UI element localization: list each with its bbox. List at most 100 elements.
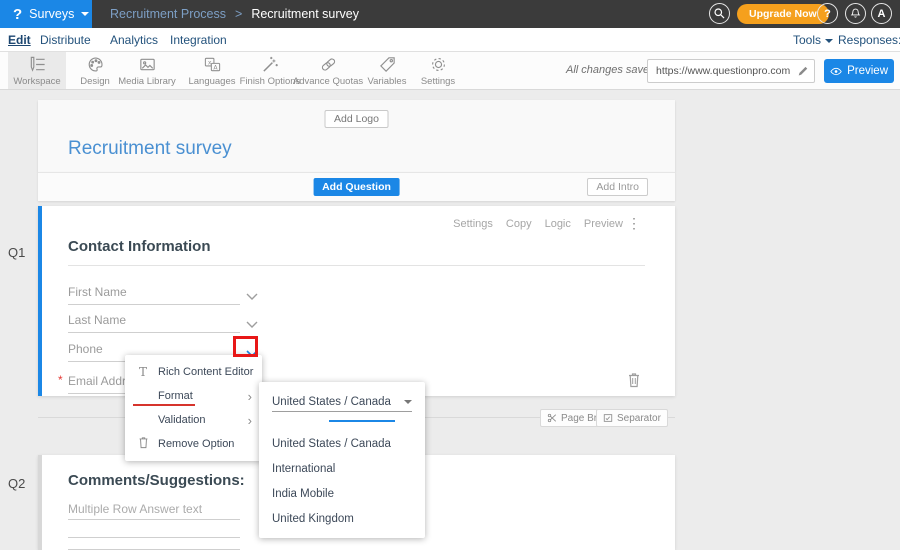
- advance-quotas-icon: [319, 55, 338, 74]
- settings-icon: [429, 55, 448, 74]
- variables-icon: [378, 55, 397, 74]
- tools-menu[interactable]: Tools: [793, 28, 833, 52]
- answer-line: [68, 537, 240, 538]
- divider: [68, 265, 645, 266]
- menu-item-label: Validation: [158, 414, 206, 426]
- question-title[interactable]: Comments/Suggestions:: [68, 472, 245, 489]
- trash-icon: [135, 436, 151, 452]
- finish-options-icon: [261, 55, 280, 74]
- eye-icon: [830, 66, 842, 77]
- separator-button[interactable]: Separator: [596, 409, 668, 427]
- media-library-icon: [138, 55, 157, 74]
- rich-text-icon: T: [135, 365, 151, 379]
- breadcrumb: Recruitment Process > Recruitment survey: [110, 0, 359, 28]
- field-options-chevron-icon[interactable]: [246, 287, 258, 305]
- menu-item-validation[interactable]: Validation ›: [125, 408, 262, 432]
- design-icon: [86, 55, 105, 74]
- search-button[interactable]: [709, 3, 730, 24]
- format-submenu: United States / Canada United States / C…: [259, 382, 425, 538]
- field-options-chevron-icon[interactable]: [246, 315, 258, 333]
- help-icon: ?: [824, 8, 831, 20]
- field-last-name[interactable]: Last Name: [68, 310, 240, 333]
- survey-action-strip: Add Question Add Intro: [38, 172, 675, 201]
- selected-format-value: United States / Canada: [272, 396, 391, 408]
- avatar[interactable]: A: [871, 3, 892, 24]
- toolbar-item-label: Settings: [421, 76, 455, 87]
- question-preview-link[interactable]: Preview: [584, 218, 623, 230]
- question-number-q1: Q1: [8, 245, 25, 260]
- breadcrumb-current: Recruitment survey: [251, 7, 359, 21]
- menu-item-label: Remove Option: [158, 438, 234, 450]
- chevron-down-icon: [81, 12, 89, 16]
- survey-nav: Edit Distribute Analytics Integration To…: [0, 28, 900, 52]
- workspace-icon: [28, 55, 47, 74]
- toolbar-item-label: Advance Quotas: [293, 76, 363, 87]
- format-option-india-mobile[interactable]: India Mobile: [272, 488, 334, 504]
- multi-row-answer-placeholder[interactable]: Multiple Row Answer text: [68, 502, 240, 520]
- add-intro-button[interactable]: Add Intro: [587, 178, 648, 196]
- tools-label: Tools: [793, 28, 821, 52]
- menu-item-rich-content-editor[interactable]: T Rich Content Editor: [125, 360, 262, 384]
- question-logic-link[interactable]: Logic: [545, 218, 571, 230]
- question-title[interactable]: Contact Information: [68, 238, 211, 255]
- submenu-arrow-icon: ›: [248, 390, 252, 403]
- pencil-icon: [797, 65, 809, 77]
- survey-title[interactable]: Recruitment survey: [68, 138, 232, 160]
- save-status: All changes saved: [566, 52, 655, 89]
- question-number-q2: Q2: [8, 476, 25, 491]
- field-first-name[interactable]: First Name: [68, 282, 240, 305]
- toolbar-item-label: Media Library: [118, 76, 176, 87]
- chevron-down-icon: [825, 39, 833, 43]
- breadcrumb-separator: >: [235, 7, 242, 21]
- product-switcher[interactable]: ? Surveys: [0, 0, 92, 28]
- toolbar-item-label: Workspace: [13, 76, 60, 87]
- format-option-us-canada[interactable]: United States / Canada: [272, 438, 391, 454]
- question-copy-link[interactable]: Copy: [506, 218, 532, 230]
- edit-url-button[interactable]: [792, 65, 814, 77]
- toolbar-item-workspace[interactable]: Workspace: [8, 52, 66, 89]
- tab-distribute[interactable]: Distribute: [40, 28, 91, 52]
- toolbar-item-settings[interactable]: Settings: [406, 52, 470, 89]
- add-logo-button[interactable]: Add Logo: [324, 110, 389, 128]
- chevron-down-icon: [404, 400, 412, 404]
- separator-icon: [603, 413, 613, 423]
- delete-question-button[interactable]: [627, 372, 641, 393]
- question-settings-link[interactable]: Settings: [453, 218, 493, 230]
- format-option-international[interactable]: International: [272, 463, 335, 479]
- format-option-united-kingdom[interactable]: United Kingdom: [272, 513, 354, 529]
- menu-item-remove-option[interactable]: Remove Option: [125, 432, 262, 456]
- scissors-icon: [547, 413, 557, 423]
- menu-item-label: Format: [158, 390, 193, 402]
- editor-toolbar: Workspace Design Media Library xA Langua…: [0, 52, 900, 90]
- survey-header-card: Add Logo Recruitment survey: [38, 100, 675, 172]
- required-asterisk: *: [58, 373, 63, 387]
- toolbar-item-label: Variables: [368, 76, 407, 87]
- preview-button[interactable]: Preview: [824, 59, 894, 83]
- more-options-icon[interactable]: ⋮: [627, 215, 641, 232]
- submenu-arrow-icon: ›: [248, 414, 252, 427]
- topbar: ? Surveys Recruitment Process > Recruitm…: [0, 0, 900, 28]
- notifications-button[interactable]: [845, 3, 866, 24]
- responses-link[interactable]: Responses: 4: [838, 28, 900, 52]
- product-menu-label: Surveys: [29, 7, 74, 21]
- add-question-button[interactable]: Add Question: [313, 178, 400, 196]
- breadcrumb-parent[interactable]: Recruitment Process: [110, 7, 226, 21]
- phone-format-select[interactable]: United States / Canada: [272, 393, 412, 412]
- help-button[interactable]: ?: [817, 3, 838, 24]
- tab-edit[interactable]: Edit: [8, 28, 31, 52]
- separator-label: Separator: [617, 413, 661, 424]
- field-context-menu: T Rich Content Editor Format › Validatio…: [125, 355, 262, 461]
- active-indicator: [329, 420, 395, 422]
- menu-item-label: Rich Content Editor: [158, 366, 253, 378]
- search-icon: [713, 7, 726, 20]
- questionpro-survey-editor: ? Surveys Recruitment Process > Recruitm…: [0, 0, 900, 550]
- toolbar-item-label: Design: [80, 76, 110, 87]
- preview-label: Preview: [847, 65, 888, 77]
- upgrade-now-button[interactable]: Upgrade Now: [737, 4, 829, 24]
- survey-url-input[interactable]: [648, 65, 792, 77]
- survey-url-box: [647, 59, 815, 83]
- tab-integration[interactable]: Integration: [170, 28, 227, 52]
- question-actions: Settings Copy Logic Preview: [453, 218, 623, 230]
- toolbar-item-media-library[interactable]: Media Library: [110, 52, 184, 89]
- tab-analytics[interactable]: Analytics: [110, 28, 158, 52]
